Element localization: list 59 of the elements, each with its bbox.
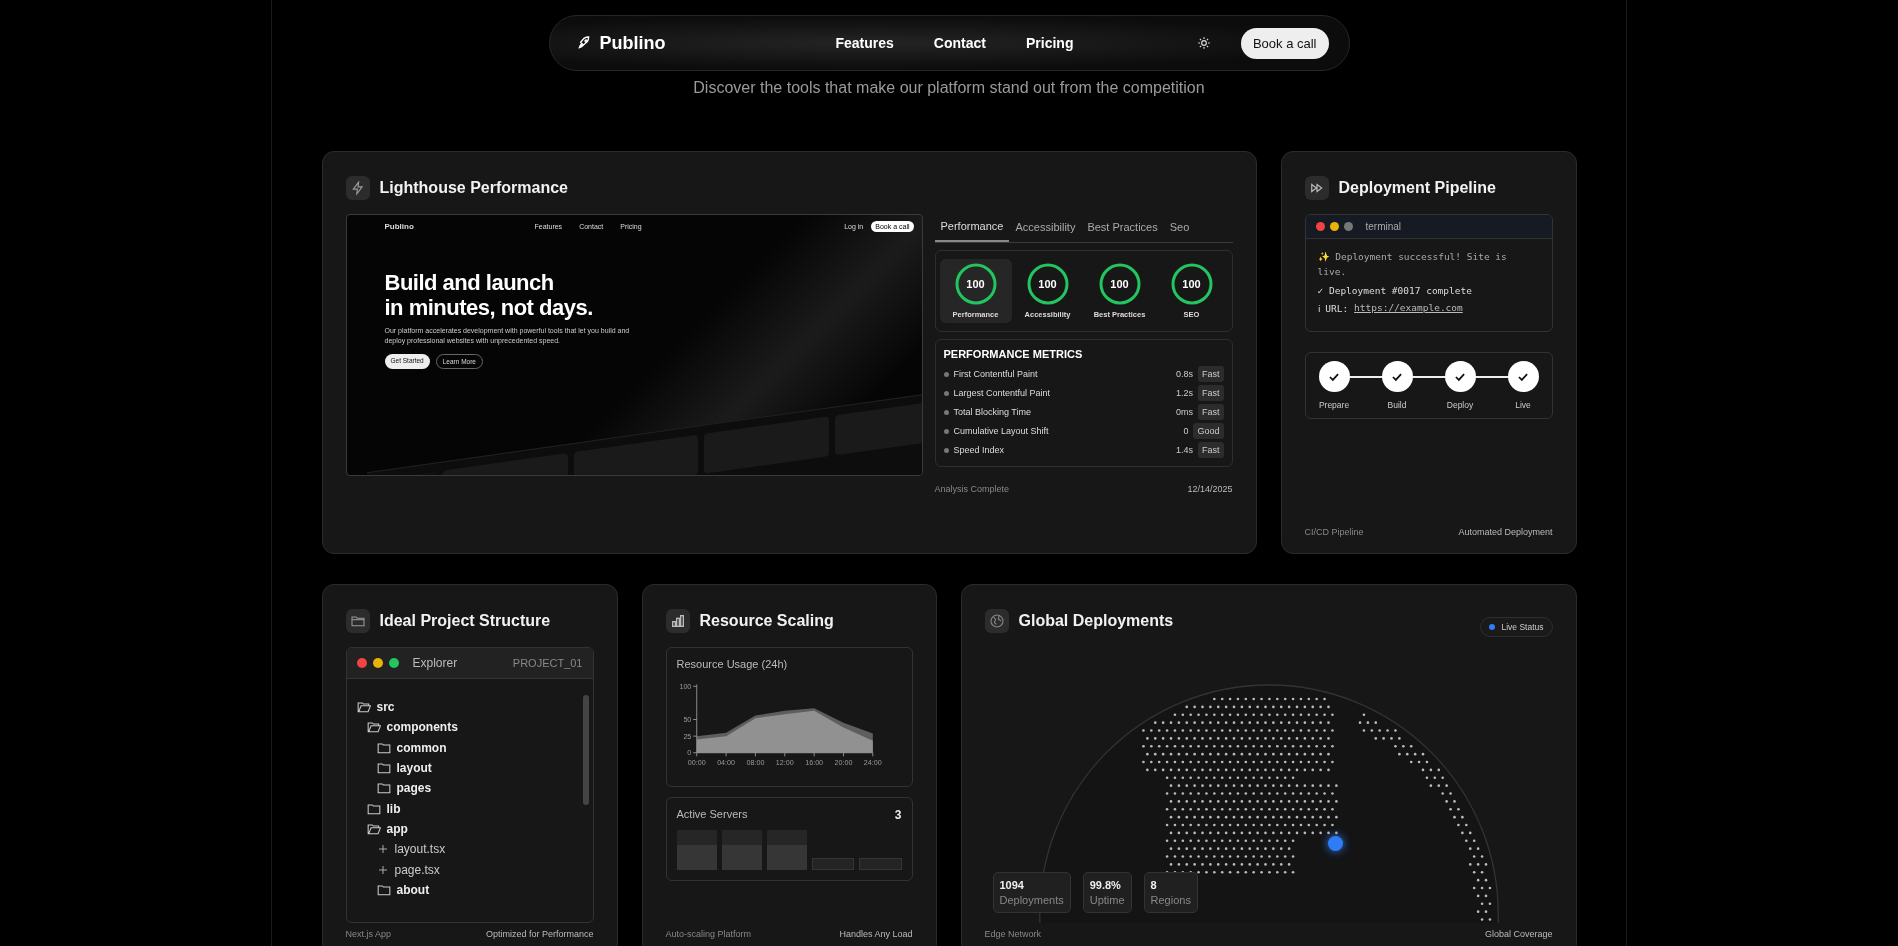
metric-name: First Contentful Paint	[953, 369, 1039, 379]
footer-text: Analysis Complete	[934, 484, 1010, 494]
stat-label: Deployments	[999, 894, 1064, 906]
explorer-title: Explorer	[412, 656, 458, 670]
stat-value: 8	[1150, 879, 1158, 891]
footer-text: Handles Any Load	[839, 929, 913, 939]
preview-brand: Publino	[384, 222, 415, 231]
project-name: PROJECT_01	[512, 657, 583, 669]
terminal-line: ℹ URL:	[1317, 302, 1349, 315]
metric-rating: Fast	[1198, 385, 1224, 401]
footer-text: Edge Network	[984, 929, 1042, 939]
step-label: Prepare	[1318, 400, 1350, 410]
live-status-badge: Live Status	[1480, 617, 1553, 637]
terminal-title: terminal	[1365, 221, 1402, 232]
metric-value: 1.2s	[1175, 388, 1193, 398]
stat-value: 1094	[999, 879, 1025, 891]
card-title: Ideal Project Structure	[379, 612, 551, 630]
footer-text: Automated Deployment	[1458, 527, 1553, 537]
footer-text: CI/CD Pipeline	[1304, 527, 1364, 537]
footer-text: Global Coverage	[1484, 929, 1553, 939]
step-label: Deploy	[1446, 400, 1474, 410]
footer-text: Optimized for Performance	[485, 929, 594, 939]
stat-label: Regions	[1150, 894, 1191, 906]
metric-name: Cumulative Layout Shift	[953, 426, 1050, 436]
terminal-line: ✨ Deployment successful! Site is live.	[1317, 250, 1508, 279]
card-title: Resource Scaling	[699, 612, 834, 630]
card-title: Deployment Pipeline	[1338, 179, 1496, 197]
metric-value: 0ms	[1175, 407, 1193, 417]
step-label: Live	[1515, 400, 1531, 410]
subtitle: Discover the tools that make our platform stand out from the competition	[693, 79, 1205, 97]
metrics-title: PERFORMANCE METRICS	[943, 348, 1084, 360]
servers-label: Active Servers	[676, 808, 748, 822]
score-value: 100	[1110, 278, 1129, 290]
score-value: 100	[1038, 278, 1057, 290]
score-value: 100	[1182, 278, 1201, 290]
metric-rating: Good	[1193, 423, 1224, 439]
chart-title: Resource Usage (24h)	[676, 658, 789, 670]
preview-headline: in minutes, not days.	[384, 295, 594, 320]
preview-headline: Build and launch	[384, 270, 555, 295]
metric-name: Largest Contentful Paint	[953, 388, 1052, 398]
step-label: Build	[1387, 400, 1407, 410]
card-title: Global Deployments	[1018, 612, 1174, 630]
card-title: Lighthouse Performance	[379, 179, 568, 197]
metric-rating: Fast	[1198, 442, 1224, 458]
metric-value: 0.8s	[1175, 369, 1193, 379]
footer-text: 12/14/2025	[1187, 484, 1233, 494]
metric-rating: Fast	[1198, 366, 1224, 382]
footer-text: Auto-scaling Platform	[665, 929, 752, 939]
metric-value: 1.4s	[1175, 445, 1193, 455]
servers-count: 3	[894, 808, 902, 822]
metric-rating: Fast	[1198, 404, 1224, 420]
stat-value: 99.8%	[1089, 879, 1122, 891]
metric-name: Speed Index	[953, 445, 1006, 455]
metric-value: 0	[1183, 426, 1189, 436]
score-value: 100	[966, 278, 985, 290]
footer-text: Next.js App	[345, 929, 392, 939]
metric-name: Total Blocking Time	[953, 407, 1033, 417]
stat-label: Uptime	[1089, 894, 1125, 906]
terminal-line: ✓ Deployment #0017 complete	[1317, 285, 1473, 296]
